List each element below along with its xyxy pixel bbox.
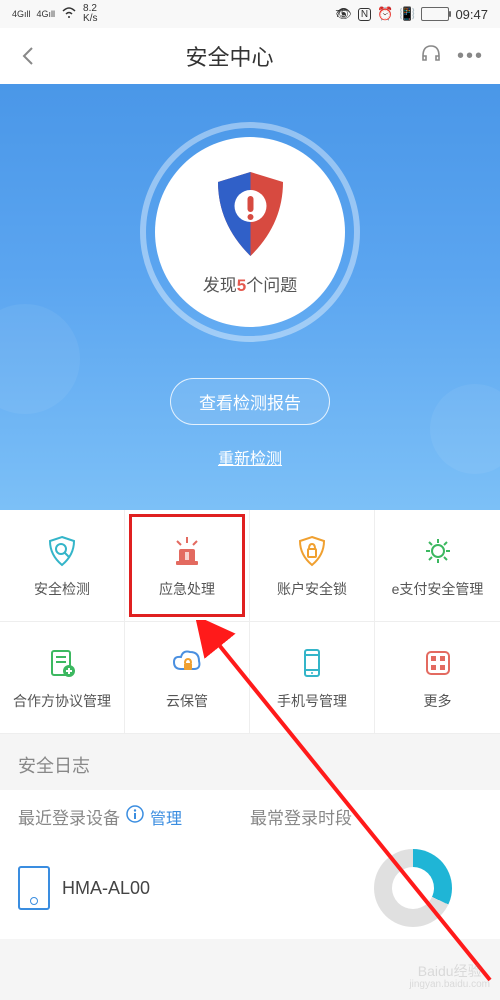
device-name: HMA-AL00 <box>62 878 150 899</box>
gear-icon <box>420 533 456 569</box>
grid-item-security-check[interactable]: 安全检测 <box>0 510 125 622</box>
wifi-icon <box>61 7 77 22</box>
grid-label: 安全检测 <box>34 579 90 599</box>
magnifier-shield-icon <box>44 533 80 569</box>
grid-label: 手机号管理 <box>277 691 347 711</box>
page-title: 安全中心 <box>185 40 273 72</box>
vibrate-icon: 📳 <box>399 6 415 22</box>
grid-item-partner-agreement[interactable]: 合作方协议管理 <box>0 622 125 734</box>
network-speed: 8.2K/s <box>83 4 97 24</box>
hero-panel: 发现5个问题 查看检测报告 重新检测 <box>0 84 500 510</box>
lock-shield-icon <box>294 533 330 569</box>
status-bar: 4Gıll 4Gıll 8.2K/s 👁 N ⏰ 📳 75 09:47 <box>0 0 500 28</box>
status-left: 4Gıll 4Gıll 8.2K/s <box>12 4 97 24</box>
phone-icon <box>294 645 330 681</box>
view-report-button[interactable]: 查看检测报告 <box>170 378 330 425</box>
nav-bar: 安全中心 ••• <box>0 28 500 84</box>
siren-icon <box>169 533 205 569</box>
grid-label: e支付安全管理 <box>392 579 484 599</box>
shield-icon <box>213 169 288 259</box>
scan-circle: 发现5个问题 <box>140 122 360 342</box>
grid-item-emergency[interactable]: 应急处理 <box>125 510 250 622</box>
battery-icon <box>421 7 449 21</box>
feature-grid: 安全检测 应急处理 账户安全锁 e支付安全管理 <box>0 510 500 734</box>
grid-label: 云保管 <box>166 691 208 711</box>
battery-percent: 75 <box>335 9 346 20</box>
grid-label: 应急处理 <box>159 579 215 599</box>
signal-4g-2: 4Gıll <box>37 9 56 19</box>
grid-item-more[interactable]: 更多 <box>375 622 500 734</box>
status-time: 09:47 <box>455 7 488 22</box>
frequent-time-heading: 最常登录时段 <box>250 804 482 829</box>
status-right: 👁 N ⏰ 📳 75 09:47 <box>335 6 488 22</box>
time-donut-chart <box>374 849 452 927</box>
scan-circle-inner: 发现5个问题 <box>155 137 345 327</box>
grid-item-cloud-safe[interactable]: 云保管 <box>125 622 250 734</box>
grid-more-icon <box>420 645 456 681</box>
back-button[interactable] <box>16 44 40 68</box>
info-icon[interactable] <box>126 805 144 828</box>
grid-label: 合作方协议管理 <box>13 691 111 711</box>
signal-4g-1: 4Gıll <box>12 9 31 19</box>
device-row: HMA-AL00 <box>0 837 500 939</box>
document-plus-icon <box>44 645 80 681</box>
nfc-icon: N <box>358 8 371 21</box>
grid-item-epay-security[interactable]: e支付安全管理 <box>375 510 500 622</box>
section-title-log: 安全日志 <box>0 734 500 790</box>
found-text: 发现5个问题 <box>203 271 297 296</box>
headset-icon[interactable] <box>419 42 443 71</box>
grid-label: 账户安全锁 <box>277 579 347 599</box>
retest-link[interactable]: 重新检测 <box>218 445 282 469</box>
grid-item-account-lock[interactable]: 账户安全锁 <box>250 510 375 622</box>
device-phone-icon <box>18 866 50 910</box>
grid-label: 更多 <box>424 691 452 711</box>
alarm-icon: ⏰ <box>377 6 393 22</box>
cloud-lock-icon <box>169 645 205 681</box>
log-headings-row: 最近登录设备 管理 最常登录时段 <box>0 790 500 837</box>
watermark: Baidu经验 jingyan.baidu.com <box>409 964 490 990</box>
grid-item-phone-manage[interactable]: 手机号管理 <box>250 622 375 734</box>
more-icon[interactable]: ••• <box>457 45 484 68</box>
recent-login-heading: 最近登录设备 管理 <box>18 804 250 829</box>
manage-link[interactable]: 管理 <box>150 805 182 829</box>
